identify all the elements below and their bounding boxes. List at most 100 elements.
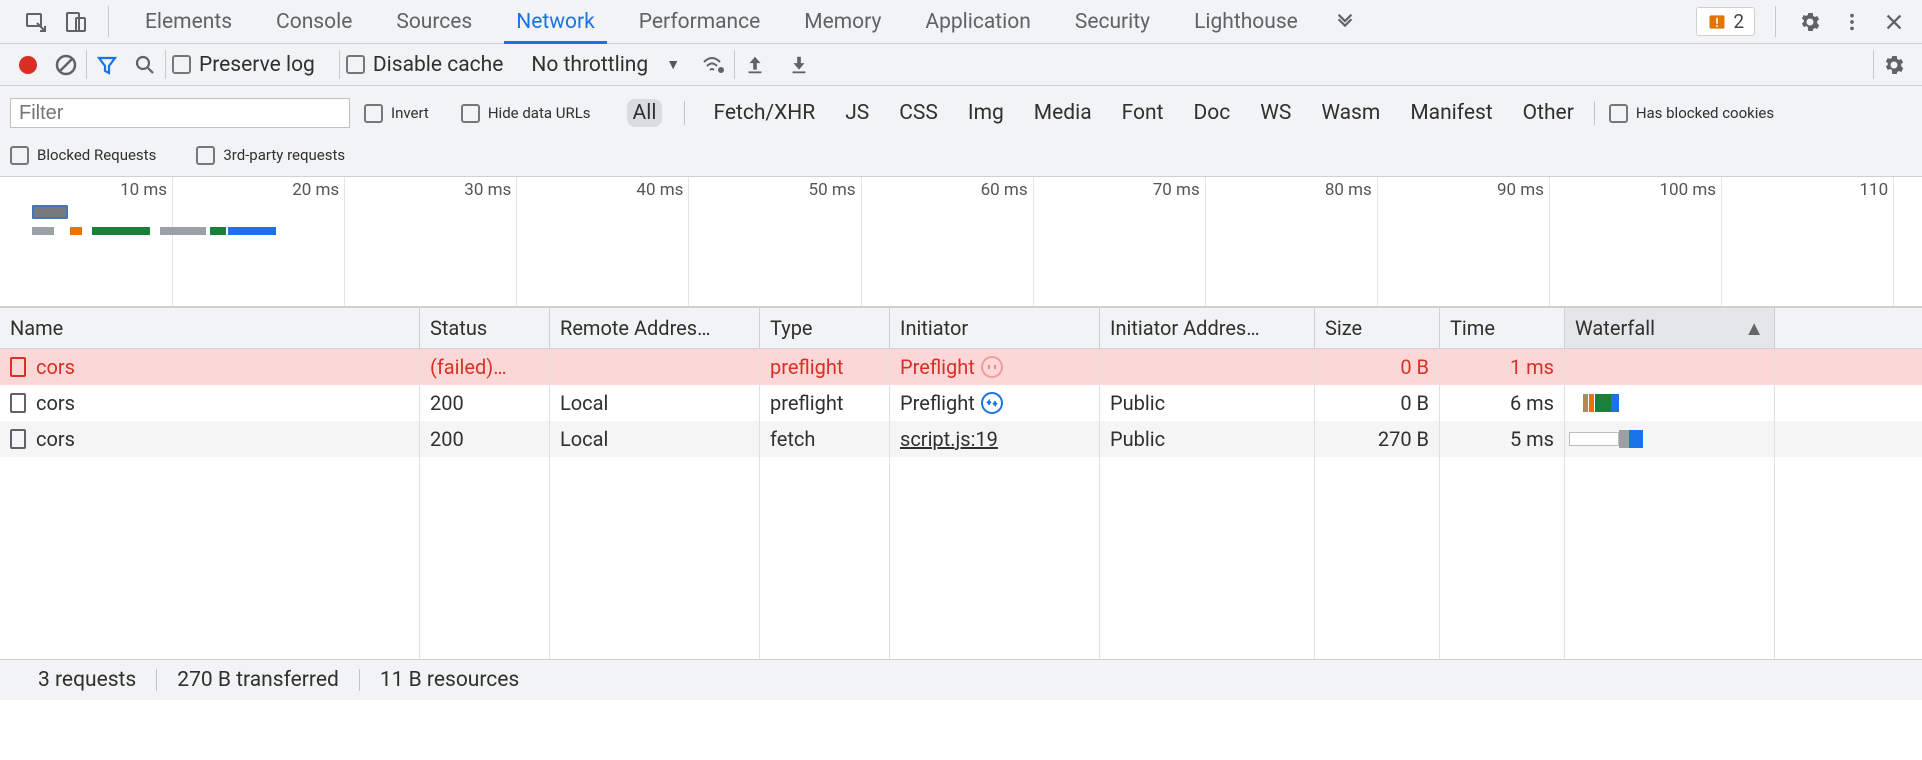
- col-name[interactable]: Name: [0, 308, 420, 348]
- preflight-icon: [981, 392, 1003, 414]
- filter-icon[interactable]: [93, 51, 121, 79]
- col-scrollgutter: [1775, 308, 1922, 348]
- timeline-tick: 60 ms: [1033, 177, 1034, 307]
- filter-input[interactable]: [10, 98, 350, 128]
- tab-console[interactable]: Console: [254, 0, 374, 43]
- record-button[interactable]: [14, 51, 42, 79]
- table-row[interactable]: cors200LocalpreflightPreflight Public0 B…: [0, 385, 1922, 421]
- search-icon[interactable]: [131, 51, 159, 79]
- preserve-log-label: Preserve log: [199, 53, 315, 77]
- status-requests: 3 requests: [18, 668, 156, 692]
- timeline-bar: [228, 227, 276, 235]
- tab-performance[interactable]: Performance: [617, 0, 782, 43]
- status-bar: 3 requests 270 B transferred 11 B resour…: [0, 660, 1922, 700]
- cell-type: fetch: [760, 421, 890, 457]
- cell-remote: Local: [550, 385, 760, 421]
- third-party-label: 3rd-party requests: [223, 146, 345, 164]
- type-filter-manifest[interactable]: Manifest: [1404, 99, 1498, 127]
- disable-cache-checkbox[interactable]: Disable cache: [346, 53, 504, 77]
- timeline-bar: [70, 227, 82, 235]
- third-party-checkbox[interactable]: 3rd-party requests: [196, 146, 345, 165]
- request-name: cors: [36, 355, 75, 379]
- cell-status: 200: [420, 385, 550, 421]
- tab-memory[interactable]: Memory: [782, 0, 903, 43]
- type-filter-wasm[interactable]: Wasm: [1315, 99, 1386, 127]
- table-row[interactable]: cors(failed)…preflightPreflight 0 B1 ms: [0, 349, 1922, 385]
- type-filter-doc[interactable]: Doc: [1187, 99, 1236, 127]
- col-remote[interactable]: Remote Addres…: [550, 308, 760, 348]
- type-filter-fetchxhr[interactable]: Fetch/XHR: [707, 99, 821, 127]
- waterfall-segment: [1595, 394, 1611, 412]
- tab-network[interactable]: Network: [494, 0, 617, 43]
- close-devtools-icon[interactable]: [1880, 8, 1908, 36]
- timeline-bar: [210, 227, 226, 235]
- blocked-requests-label: Blocked Requests: [37, 146, 156, 164]
- network-settings-gear-icon[interactable]: [1880, 51, 1908, 79]
- type-filter-img[interactable]: Img: [962, 99, 1010, 127]
- tab-elements[interactable]: Elements: [123, 0, 254, 43]
- col-time[interactable]: Time: [1440, 308, 1565, 348]
- initiator-text: Preflight: [900, 355, 975, 379]
- timeline-tick: 20 ms: [344, 177, 345, 307]
- cell-initiator-address: Public: [1100, 385, 1315, 421]
- tab-sources[interactable]: Sources: [374, 0, 494, 43]
- kebab-menu-icon[interactable]: [1838, 8, 1866, 36]
- cell-remote: [550, 349, 760, 385]
- col-initiator[interactable]: Initiator: [890, 308, 1100, 348]
- waterfall-segment: [1611, 394, 1619, 412]
- cell-initiator-address: Public: [1100, 421, 1315, 457]
- blocked-requests-checkbox[interactable]: Blocked Requests: [10, 146, 156, 165]
- hide-data-urls-label: Hide data URLs: [488, 104, 591, 122]
- initiator-text: Preflight: [900, 391, 975, 415]
- tab-lighthouse[interactable]: Lighthouse: [1172, 0, 1320, 43]
- has-blocked-cookies-checkbox[interactable]: Has blocked cookies: [1609, 104, 1774, 123]
- hide-data-urls-checkbox[interactable]: Hide data URLs: [461, 104, 591, 123]
- preserve-log-checkbox[interactable]: Preserve log: [172, 53, 315, 77]
- type-filter-media[interactable]: Media: [1028, 99, 1098, 127]
- settings-gear-icon[interactable]: [1796, 8, 1824, 36]
- type-filter-js[interactable]: JS: [839, 99, 875, 127]
- col-status[interactable]: Status: [420, 308, 550, 348]
- col-initiator-address[interactable]: Initiator Addres…: [1100, 308, 1315, 348]
- throttling-select[interactable]: No throttling ▼: [521, 50, 686, 80]
- timeline-bar: [92, 227, 150, 235]
- col-waterfall[interactable]: Waterfall ▲: [1565, 308, 1775, 348]
- clear-button[interactable]: [52, 51, 80, 79]
- download-har-icon[interactable]: [785, 51, 813, 79]
- timeline-bar: [32, 227, 54, 235]
- timeline-selection[interactable]: [32, 205, 68, 219]
- cell-waterfall: [1565, 349, 1775, 385]
- timeline-tick: 110: [1893, 177, 1894, 307]
- has-blocked-cookies-label: Has blocked cookies: [1636, 104, 1774, 122]
- waterfall-segment: [1569, 432, 1619, 446]
- cell-gutter: [1775, 385, 1922, 421]
- network-conditions-icon[interactable]: [700, 51, 728, 79]
- table-body: cors(failed)…preflightPreflight 0 B1 msc…: [0, 349, 1922, 659]
- col-size[interactable]: Size: [1315, 308, 1440, 348]
- timeline-tick: 70 ms: [1205, 177, 1206, 307]
- issues-badge[interactable]: 2: [1696, 7, 1755, 36]
- overview-timeline[interactable]: 10 ms20 ms30 ms40 ms50 ms60 ms70 ms80 ms…: [0, 177, 1922, 307]
- tab-security[interactable]: Security: [1053, 0, 1172, 43]
- type-filter-other[interactable]: Other: [1517, 99, 1580, 127]
- initiator-link[interactable]: script.js:19: [900, 427, 998, 451]
- disable-cache-label: Disable cache: [373, 53, 504, 77]
- inspect-element-icon[interactable]: [22, 8, 50, 36]
- more-tabs-icon[interactable]: [1320, 11, 1370, 33]
- timeline-tick: 100 ms: [1721, 177, 1722, 307]
- upload-har-icon[interactable]: [741, 51, 769, 79]
- table-row[interactable]: cors200Localfetchscript.js:19Public270 B…: [0, 421, 1922, 457]
- timeline-tick: 50 ms: [861, 177, 862, 307]
- type-filter-all[interactable]: All: [627, 99, 663, 127]
- preflight-icon: [981, 356, 1003, 378]
- col-type[interactable]: Type: [760, 308, 890, 348]
- cell-initiator: script.js:19: [890, 421, 1100, 457]
- cell-waterfall: [1565, 385, 1775, 421]
- type-filter-font[interactable]: Font: [1116, 99, 1170, 127]
- invert-checkbox[interactable]: Invert: [364, 104, 429, 123]
- tab-application[interactable]: Application: [903, 0, 1052, 43]
- timeline-tick: 40 ms: [688, 177, 689, 307]
- device-toggle-icon[interactable]: [62, 8, 90, 36]
- type-filter-ws[interactable]: WS: [1254, 99, 1297, 127]
- type-filter-css[interactable]: CSS: [893, 99, 944, 127]
